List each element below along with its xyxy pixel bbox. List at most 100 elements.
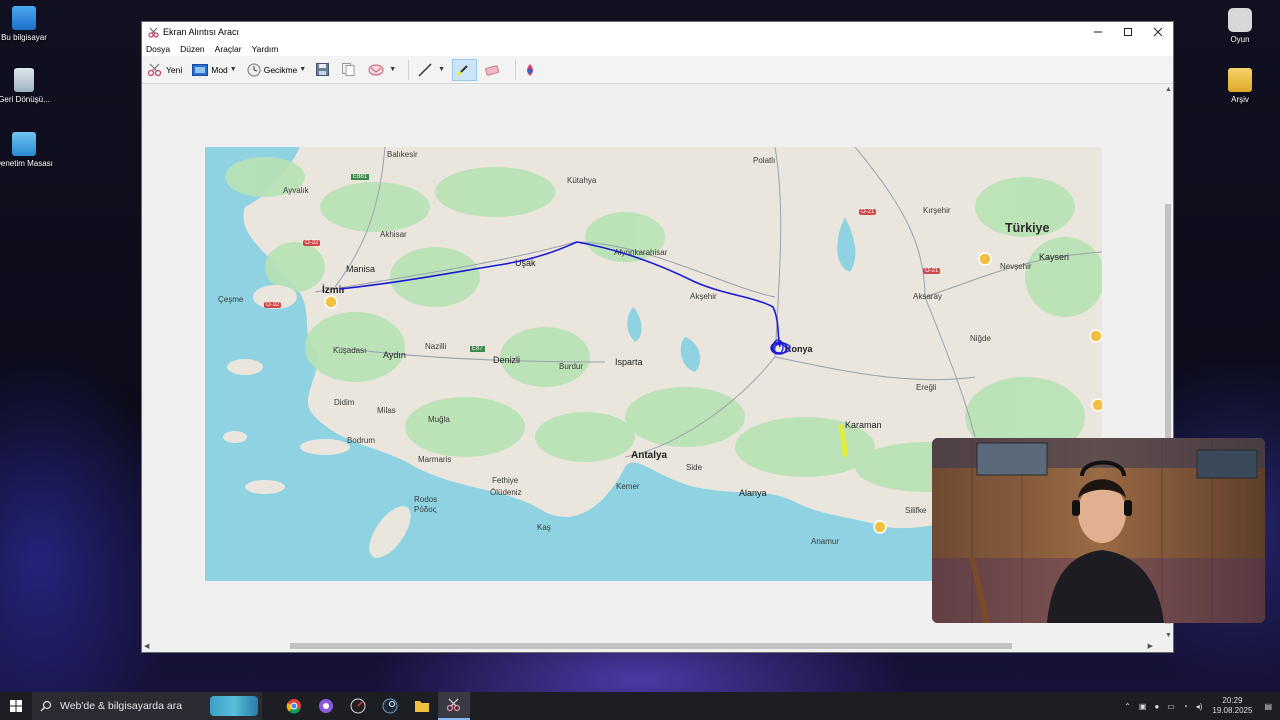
system-tray: ⌃ ▣ ● ▭ ◔ ◂) 20:29 19.08.2025 ▤ <box>1120 696 1280 716</box>
taskbar: Web'de & bilgisayarda ara ⌃ ▣ ● ▭ ◔ ◂) 2… <box>0 692 1280 720</box>
highlighter-mark <box>838 424 848 458</box>
desktop-icon-this-pc[interactable]: Bu bilgisayar <box>0 6 59 43</box>
scroll-left-icon[interactable]: ◀ <box>144 642 149 650</box>
control-panel-icon <box>12 132 36 156</box>
game-icon <box>1228 8 1252 32</box>
pen-button[interactable]: ▼ <box>414 59 448 81</box>
eraser-button[interactable] <box>481 59 506 81</box>
delay-button[interactable]: Gecikme ▼ <box>244 59 309 81</box>
speed-icon <box>350 698 366 714</box>
desktop-icon-label: Denetim Masası <box>0 159 53 168</box>
notification-icon[interactable]: ▤ <box>1264 702 1272 711</box>
steam-icon <box>382 698 398 714</box>
desktop-icon-game[interactable]: Oyun <box>1205 8 1275 45</box>
folder-icon <box>415 701 429 712</box>
close-icon <box>1153 27 1163 37</box>
route-scribble <box>770 339 791 355</box>
menu-help[interactable]: Yardım <box>252 44 279 54</box>
chrome-icon <box>286 699 301 714</box>
network-icon[interactable]: ▣ <box>1139 702 1147 711</box>
taskbar-search[interactable]: Web'de & bilgisayarda ara <box>32 692 262 720</box>
webcam-feed <box>932 438 1265 623</box>
toolbar-divider <box>515 59 517 80</box>
folder-icon <box>1228 68 1252 92</box>
send-button[interactable]: ▼ <box>365 59 399 81</box>
save-button[interactable] <box>313 59 335 81</box>
maximize-icon <box>1124 28 1132 36</box>
menu-tools[interactable]: Araçlar <box>215 44 242 54</box>
scroll-right-icon[interactable]: ▶ <box>1148 642 1153 650</box>
scroll-up-icon[interactable]: ▲ <box>1165 86 1172 93</box>
mode-label: Mod <box>211 64 228 75</box>
start-button[interactable] <box>0 692 32 720</box>
eraser-icon <box>485 64 500 76</box>
search-highlight-image <box>210 696 258 716</box>
menu-edit[interactable]: Düzen <box>180 44 205 54</box>
window-title: Ekran Alıntısı Aracı <box>163 27 240 37</box>
microphone-icon[interactable]: ● <box>1154 702 1159 711</box>
speaker-icon[interactable]: ◂) <box>1196 702 1203 711</box>
clock-time: 20:29 <box>1222 696 1243 705</box>
chevron-down-icon: ▼ <box>299 66 307 73</box>
clock-icon <box>247 63 261 76</box>
desktop-icon-archive[interactable]: Arşiv <box>1205 68 1275 105</box>
webcam-overlay <box>932 438 1265 623</box>
chevron-down-icon: ▼ <box>229 66 237 73</box>
new-snip-label: Yeni <box>166 64 183 75</box>
messenger-icon <box>319 699 333 713</box>
drawn-route <box>339 241 781 348</box>
mode-icon <box>192 63 209 76</box>
delay-label: Gecikme <box>263 64 298 75</box>
toolbar-divider <box>408 59 410 80</box>
highlighter-button[interactable] <box>452 58 478 81</box>
desktop-icon-label: Oyun <box>1230 35 1250 44</box>
taskbar-file-explorer[interactable] <box>406 692 438 720</box>
paint3d-button[interactable] <box>521 59 542 81</box>
display-icon[interactable]: ▭ <box>1167 702 1175 711</box>
desktop-icon-label: Arşiv <box>1231 95 1249 104</box>
search-icon <box>40 700 52 712</box>
recycle-bin-icon <box>14 68 34 92</box>
taskbar-snipping-tool[interactable] <box>438 692 470 720</box>
wifi-icon[interactable]: ◔ <box>1183 702 1188 711</box>
scroll-down-icon[interactable]: ▼ <box>1165 632 1172 639</box>
clock-date: 19.08.2025 <box>1212 706 1253 715</box>
new-snip-button[interactable]: Yeni <box>144 59 185 81</box>
horizontal-scroll-thumb[interactable] <box>290 643 1012 649</box>
scissors-icon <box>446 698 461 712</box>
desktop-icon-recycle-bin[interactable]: Geri Dönüşü... <box>0 68 59 105</box>
toolbar: Yeni Mod ▼ Gecikme ▼ ▼ ▼ <box>142 56 1173 84</box>
horizontal-scrollbar[interactable]: ◀ ▶ <box>142 640 1165 652</box>
send-mail-icon <box>368 64 384 76</box>
taskbar-app-3[interactable] <box>342 692 374 720</box>
menu-bar: Dosya Düzen Araçlar Yardım <box>142 42 1173 56</box>
computer-icon <box>12 6 36 30</box>
close-button[interactable] <box>1143 22 1173 42</box>
menu-file[interactable]: Dosya <box>146 44 170 54</box>
minimize-button[interactable] <box>1083 22 1113 42</box>
desktop-icon-label: Bu bilgisayar <box>1 33 47 42</box>
new-snip-icon <box>147 63 162 76</box>
minimize-icon <box>1094 31 1102 33</box>
highlighter-icon <box>457 64 468 76</box>
taskbar-clock[interactable]: 20:29 19.08.2025 <box>1212 696 1252 716</box>
desktop-icon-label: Geri Dönüşü... <box>0 95 50 104</box>
taskbar-chrome[interactable] <box>278 692 310 720</box>
search-placeholder: Web'de & bilgisayarda ara <box>60 700 183 712</box>
chevron-down-icon: ▼ <box>438 66 446 73</box>
windows-icon <box>10 700 22 712</box>
taskbar-app-2[interactable] <box>310 692 342 720</box>
scissors-icon <box>148 27 159 38</box>
save-icon <box>316 63 330 76</box>
paint-drop-icon <box>527 63 534 76</box>
chevron-down-icon: ▼ <box>389 66 397 73</box>
maximize-button[interactable] <box>1113 22 1143 42</box>
title-bar[interactable]: Ekran Alıntısı Aracı <box>142 22 1173 42</box>
mode-button[interactable]: Mod ▼ <box>189 59 239 81</box>
pen-icon <box>418 62 432 77</box>
chevron-up-icon[interactable]: ⌃ <box>1124 702 1131 711</box>
taskbar-steam[interactable] <box>374 692 406 720</box>
desktop-icon-control-panel[interactable]: Denetim Masası <box>0 132 59 169</box>
copy-button[interactable] <box>339 59 361 81</box>
copy-icon <box>342 63 355 76</box>
